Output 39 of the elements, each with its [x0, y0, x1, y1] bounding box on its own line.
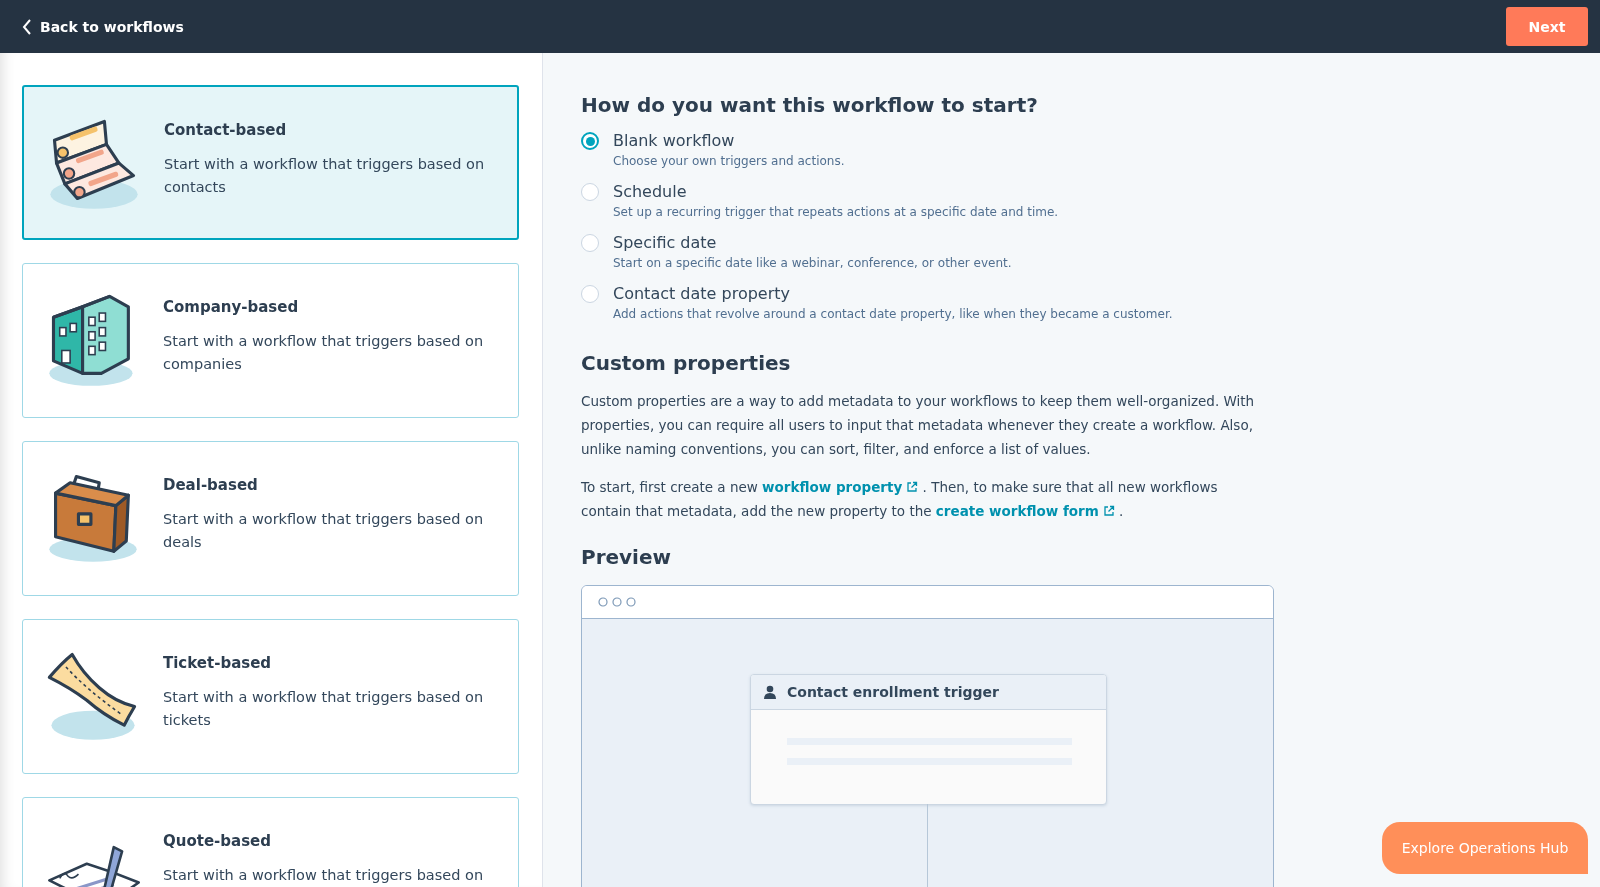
card-description: Start with a workflow that triggers based on: [163, 866, 484, 885]
option-label[interactable]: Schedule: [613, 182, 1570, 201]
card-title: Ticket-based: [163, 654, 273, 672]
radio-button[interactable]: [581, 285, 599, 303]
external-link-icon: [906, 481, 919, 493]
trigger-title: Contact enrollment trigger: [787, 684, 999, 700]
option-hint: Set up a recurring trigger that repeats actions at a specific date and time.: [613, 205, 1060, 219]
workflow-type-card[interactable]: Contact-based Start with a workflow that triggers based on contacts: [22, 85, 519, 240]
option-hint: Choose your own triggers and actions.: [613, 154, 846, 168]
workflow-type-card[interactable]: Quote-based Start with a workflow that triggers based on: [22, 797, 519, 887]
workflow-type-card[interactable]: Deal-based Start with a workflow that triggers based on deals: [22, 441, 519, 596]
radio-button[interactable]: [581, 183, 599, 201]
workflow-type-card[interactable]: Ticket-based Start with a workflow that triggers based on tickets: [22, 619, 519, 774]
workflow-type-card[interactable]: Company-based Start with a workflow that triggers based on companies: [22, 263, 519, 418]
window-dots-icon: [598, 596, 638, 608]
option-hint: Add actions that revolve around a contact date property, like when they became a customer.: [613, 307, 1174, 321]
radio-button[interactable]: [581, 234, 599, 252]
section-heading: Custom properties: [581, 351, 792, 375]
section-heading: How do you want this workflow to start?: [581, 93, 1039, 117]
section-heading: Preview: [581, 545, 673, 569]
option-label[interactable]: Blank workflow: [613, 131, 1570, 150]
card-description: Start with a workflow that triggers based on tickets: [163, 688, 485, 730]
radio-button[interactable]: [581, 132, 599, 150]
card-title: Deal-based: [163, 476, 259, 494]
option-label[interactable]: Specific date: [613, 233, 1570, 252]
card-title: Company-based: [163, 298, 300, 316]
card-title: Contact-based: [164, 121, 288, 139]
back-link[interactable]: Back to workflows: [22, 18, 184, 35]
card-description: Start with a workflow that triggers based on companies: [163, 332, 485, 374]
chevron-left-icon: [22, 18, 32, 35]
option-hint: Start on a specific date like a webinar, conference, or other event.: [613, 256, 1013, 270]
external-link-icon: [1102, 505, 1115, 517]
card-title: Quote-based: [163, 832, 272, 850]
option-label[interactable]: Contact date property: [613, 284, 1570, 303]
paragraph: Custom properties are a way to add metadata to your workflows to keep them well-organized. With properties, you can require all users to input that metadata whenever they create a workflow. Also, unlike naming conventions, you can sort, filter, and enforce a list of values.: [581, 392, 1256, 459]
paragraph: To start, first create a new workflow property . Then, to make sure that all new workflows contain that metadata, add the new property to the create workflow form .: [581, 478, 1219, 521]
person-icon: [763, 685, 777, 699]
card-description: Start with a workflow that triggers based on deals: [163, 510, 485, 552]
card-description: Start with a workflow that triggers based on contacts: [164, 155, 486, 197]
